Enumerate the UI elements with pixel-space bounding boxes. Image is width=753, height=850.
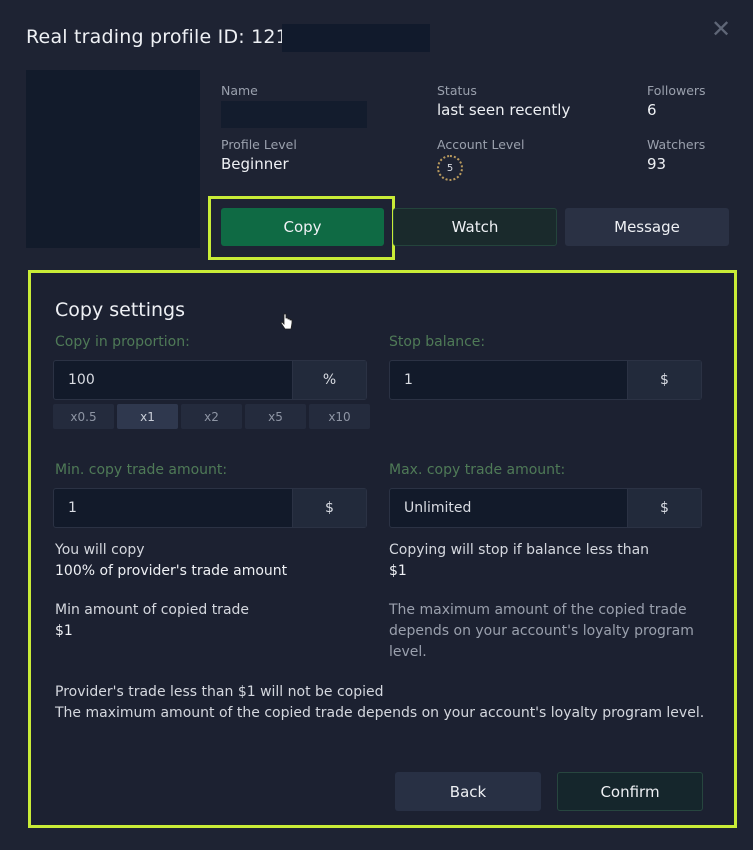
copy-proportion-value[interactable]: 100 [54,361,292,399]
copy-proportion-label: Copy in proportion: [55,334,190,350]
message-button[interactable]: Message [565,208,729,246]
multiplier-x0-5-button[interactable]: x0.5 [53,404,114,429]
copy-button[interactable]: Copy [221,208,384,246]
status-label: Status [437,83,477,98]
copy-settings-title: Copy settings [55,299,186,321]
stop-info-label: Copying will stop if balance less than [389,542,650,558]
avatar [26,70,200,248]
copy-summary: You will copy 100% of provider's trade a… [55,540,375,582]
multiplier-x5-button[interactable]: x5 [245,404,306,429]
copy-settings-panel: Copy settings Copy in proportion: 100 % … [28,270,737,828]
stop-balance-value[interactable]: 1 [390,361,627,399]
copy-proportion-field[interactable]: 100 % [53,360,367,400]
stop-balance-field[interactable]: 1 $ [389,360,702,400]
mouse-pointer-icon [280,313,293,330]
name-block: Name [221,83,367,128]
multiplier-x10-button[interactable]: x10 [309,404,370,429]
multiplier-x1-button[interactable]: x1 [117,404,178,429]
followers-block: Followers 6 [647,83,706,119]
profile-level-value: Beginner [221,155,289,173]
back-button[interactable]: Back [395,772,541,811]
account-level-block: Account Level 5 [437,137,524,181]
account-level-badge-icon: 5 [437,155,463,181]
max-copy-amount-label: Max. copy trade amount: [389,462,566,478]
redacted-id-mask [282,24,430,52]
percent-unit: % [292,361,366,399]
watchers-block: Watchers 93 [647,137,705,173]
min-copy-amount-unit: $ [292,489,366,527]
stop-summary: Copying will stop if balance less than $… [389,540,709,582]
stop-balance-label: Stop balance: [389,334,486,350]
min-amount-summary: Min amount of copied trade $1 [55,600,375,642]
stop-info-value: $1 [389,563,407,579]
you-will-copy-label: You will copy [55,542,145,558]
stop-balance-unit: $ [627,361,701,399]
notice-max-trade: The maximum amount of the copied trade d… [55,705,705,721]
name-label: Name [221,83,258,98]
close-icon[interactable]: ✕ [708,16,734,42]
copy-percent-text: 100% of provider's trade amount [55,563,288,579]
watchers-label: Watchers [647,137,706,152]
status-block: Status last seen recently [437,83,570,119]
max-copy-amount-value[interactable]: Unlimited [390,489,627,527]
max-copy-amount-field[interactable]: Unlimited $ [389,488,702,528]
account-level-label: Account Level [437,137,525,152]
followers-value: 6 [647,101,657,119]
watchers-value: 93 [647,155,667,173]
min-copy-amount-value[interactable]: 1 [54,489,292,527]
notice-min-trade: Provider's trade less than $1 will not b… [55,684,384,700]
multiplier-group: x0.5 x1 x2 x5 x10 [53,404,370,429]
profile-level-block: Profile Level Beginner [221,137,297,173]
notice-block: Provider's trade less than $1 will not b… [55,682,715,724]
min-copy-amount-field[interactable]: 1 $ [53,488,367,528]
redacted-name-mask [221,101,367,128]
max-copy-amount-unit: $ [627,489,701,527]
followers-label: Followers [647,83,706,98]
watch-button[interactable]: Watch [393,208,557,246]
window-title: Real trading profile ID: 1219 [26,26,301,48]
max-info-text: The maximum amount of the copied trade d… [389,602,694,660]
min-amount-value: $1 [55,623,73,639]
status-value: last seen recently [437,101,571,119]
account-level-value: 5 [446,162,454,174]
profile-level-label: Profile Level [221,137,297,152]
confirm-button[interactable]: Confirm [557,772,703,811]
min-amount-label: Min amount of copied trade [55,602,250,618]
min-copy-amount-label: Min. copy trade amount: [55,462,228,478]
multiplier-x2-button[interactable]: x2 [181,404,242,429]
